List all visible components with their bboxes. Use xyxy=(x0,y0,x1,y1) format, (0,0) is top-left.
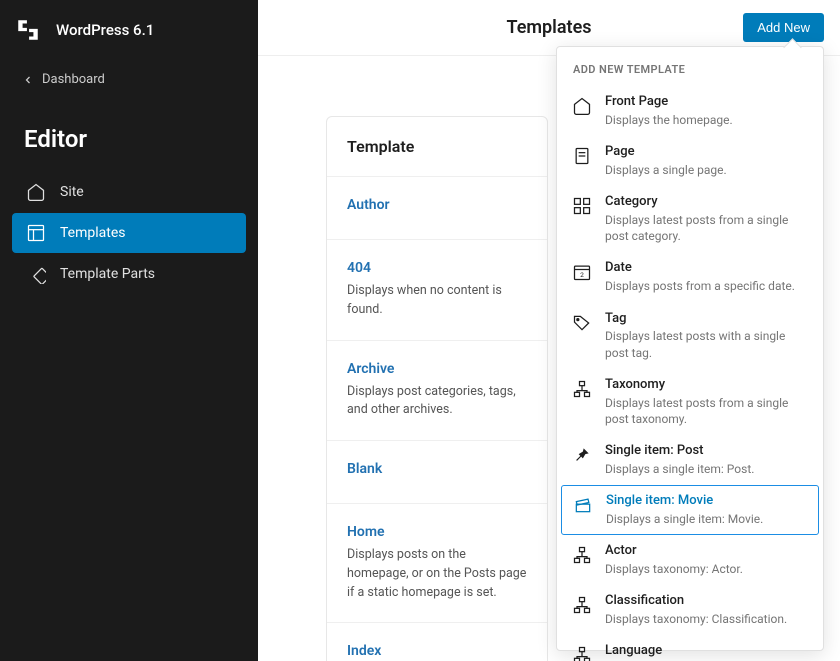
table-row: 404 Displays when no content is found. xyxy=(327,240,547,341)
dd-desc: Displays taxonomy: Actor. xyxy=(605,561,809,577)
page-icon xyxy=(571,145,593,167)
dropdown-item-date[interactable]: 2 DateDisplays posts from a specific dat… xyxy=(557,252,823,302)
dd-desc: Displays a single item: Movie. xyxy=(606,511,808,527)
dd-title: Actor xyxy=(605,543,809,560)
dropdown-header: Add New Template xyxy=(557,47,823,86)
dd-title: Front Page xyxy=(605,94,809,111)
dd-desc: Displays latest posts with a single post… xyxy=(605,328,809,360)
svg-text:2: 2 xyxy=(580,271,584,279)
pin-icon xyxy=(571,444,593,466)
dropdown-item-language[interactable]: LanguageDisplays taxonomy: Language. xyxy=(557,635,823,661)
dropdown-item-tag[interactable]: TagDisplays latest posts with a single p… xyxy=(557,303,823,369)
grid-icon xyxy=(571,195,593,217)
film-icon xyxy=(572,494,594,516)
nav-label: Site xyxy=(60,184,84,200)
back-to-dashboard[interactable]: Dashboard xyxy=(0,60,258,99)
sidebar-nav: Site Templates Template Parts xyxy=(0,171,258,295)
template-desc: Displays post categories, tags, and othe… xyxy=(347,383,527,421)
table-row: Blank xyxy=(327,441,547,504)
template-list: Template Author 404 Displays when no con… xyxy=(326,116,548,661)
main: Templates Add New Template Author 404 Di… xyxy=(258,0,840,661)
chevron-left-icon xyxy=(22,74,34,86)
dd-title: Date xyxy=(605,260,809,277)
dd-desc: Displays taxonomy: Classification. xyxy=(605,611,809,627)
dd-title: Category xyxy=(605,194,809,211)
diamond-icon xyxy=(26,264,46,284)
template-link-404[interactable]: 404 xyxy=(347,260,527,276)
template-link-index[interactable]: Index xyxy=(347,643,527,659)
hierarchy-icon xyxy=(571,644,593,661)
table-row: Author xyxy=(327,177,547,240)
table-row: Archive Displays post categories, tags, … xyxy=(327,341,547,442)
dropdown-item-single-post[interactable]: Single item: PostDisplays a single item:… xyxy=(557,435,823,485)
sidebar-item-site[interactable]: Site xyxy=(12,172,246,212)
dd-desc: Displays latest posts from a single post… xyxy=(605,395,809,427)
dd-title: Classification xyxy=(605,593,809,610)
dropdown-item-classification[interactable]: ClassificationDisplays taxonomy: Classif… xyxy=(557,585,823,635)
dd-desc: Displays a single page. xyxy=(605,162,809,178)
nav-label: Templates xyxy=(60,225,126,241)
layout-icon xyxy=(26,223,46,243)
add-new-dropdown: Add New Template Front PageDisplays the … xyxy=(556,46,824,651)
template-desc: Displays posts on the homepage, or on th… xyxy=(347,546,527,602)
section-title: Editor xyxy=(0,99,258,171)
sidebar: WordPress 6.1 Dashboard Editor Site Temp… xyxy=(0,0,258,661)
dd-desc: Displays the homepage. xyxy=(605,112,809,128)
dropdown-item-taxonomy[interactable]: TaxonomyDisplays latest posts from a sin… xyxy=(557,369,823,435)
dd-title: Taxonomy xyxy=(605,377,809,394)
tag-icon xyxy=(571,312,593,334)
template-list-header: Template xyxy=(327,117,547,177)
calendar-icon: 2 xyxy=(571,261,593,283)
dd-title: Page xyxy=(605,144,809,161)
page-title: Templates xyxy=(506,17,591,38)
table-row: Index xyxy=(327,623,547,661)
template-link-archive[interactable]: Archive xyxy=(347,361,527,377)
hierarchy-icon xyxy=(571,378,593,400)
sidebar-item-templates[interactable]: Templates xyxy=(12,213,246,253)
dd-desc: Displays posts from a specific date. xyxy=(605,278,809,294)
template-link-blank[interactable]: Blank xyxy=(347,461,527,477)
dd-title: Single item: Post xyxy=(605,443,809,460)
nav-label: Template Parts xyxy=(60,266,155,282)
dd-title: Language xyxy=(605,643,809,660)
dd-title: Single item: Movie xyxy=(606,493,808,510)
dropdown-item-page[interactable]: PageDisplays a single page. xyxy=(557,136,823,186)
table-row: Home Displays posts on the homepage, or … xyxy=(327,504,547,623)
dd-title: Tag xyxy=(605,311,809,328)
dropdown-item-actor[interactable]: ActorDisplays taxonomy: Actor. xyxy=(557,535,823,585)
template-desc: Displays when no content is found. xyxy=(347,282,527,320)
dropdown-item-single-movie[interactable]: Single item: MovieDisplays a single item… xyxy=(561,485,819,535)
dropdown-item-front-page[interactable]: Front PageDisplays the homepage. xyxy=(557,86,823,136)
dd-desc: Displays latest posts from a single post… xyxy=(605,212,809,244)
dd-desc: Displays a single item: Post. xyxy=(605,461,809,477)
hierarchy-icon xyxy=(571,594,593,616)
back-label: Dashboard xyxy=(42,72,105,87)
hierarchy-icon xyxy=(571,544,593,566)
site-logo[interactable] xyxy=(14,16,42,44)
template-link-home[interactable]: Home xyxy=(347,524,527,540)
add-new-button[interactable]: Add New xyxy=(743,13,824,42)
home-icon xyxy=(571,95,593,117)
template-link-author[interactable]: Author xyxy=(347,197,527,213)
dropdown-item-category[interactable]: CategoryDisplays latest posts from a sin… xyxy=(557,186,823,252)
home-icon xyxy=(26,182,46,202)
sidebar-item-template-parts[interactable]: Template Parts xyxy=(12,254,246,294)
sidebar-header: WordPress 6.1 xyxy=(0,0,258,60)
site-title: WordPress 6.1 xyxy=(56,21,154,39)
